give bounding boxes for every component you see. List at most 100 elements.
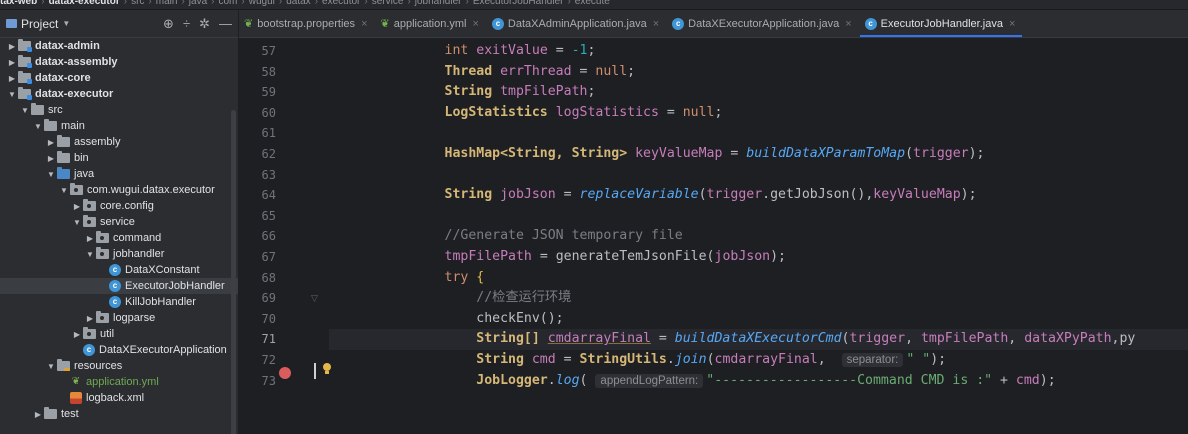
source-folder-icon [57, 167, 70, 179]
collapse-arrow-icon[interactable]: ▶ [71, 202, 83, 211]
line-number: 59 [261, 85, 276, 100]
tree-item[interactable]: c DataXConstant [0, 262, 238, 278]
collapse-arrow-icon[interactable]: ▶ [45, 154, 57, 163]
tree-item[interactable]: c DataXExecutorApplication [0, 342, 238, 358]
tree-item-label: datax-executor [35, 88, 114, 100]
code-line: String tmpFilePath; [444, 84, 596, 100]
breadcrumb-item[interactable]: executor [322, 0, 360, 7]
editor-tab[interactable]: ❦ application.yml × [376, 10, 487, 37]
line-number: 60 [261, 105, 276, 120]
expand-arrow-icon[interactable]: ▼ [32, 122, 44, 131]
code-editor[interactable]: 57 58 59 60 61 62 63 64 65 66 67 68 69 70 71 72 73 ▽ int… [239, 38, 1188, 434]
leaf-icon: ❦ [380, 18, 390, 30]
collapse-arrow-icon[interactable]: ▶ [6, 74, 18, 83]
leaf-icon: ❦ [244, 18, 254, 30]
tree-item[interactable]: ▶ test [0, 406, 238, 422]
close-icon[interactable]: × [653, 18, 659, 30]
editor-tab[interactable]: ❦ bootstrap.properties × [239, 10, 376, 37]
tree-item[interactable]: ▼ java [0, 166, 238, 182]
editor-tab[interactable]: c DataXExecutorApplication.java × [667, 10, 860, 37]
tree-item[interactable]: c KillJobHandler [0, 294, 238, 310]
lightbulb-icon[interactable] [321, 362, 333, 376]
tree-item-label: datax-assembly [35, 56, 118, 68]
breadcrumb-item[interactable]: ExecutorJobHandler [473, 0, 564, 7]
expand-arrow-icon[interactable]: ▼ [58, 186, 70, 195]
collapse-arrow-icon[interactable]: ▶ [32, 410, 44, 419]
collapse-arrow-icon[interactable]: ▶ [6, 42, 18, 51]
breakpoint-icon[interactable] [279, 367, 291, 379]
tree-item-label: logback.xml [86, 392, 145, 404]
collapse-arrow-icon[interactable]: ▶ [6, 58, 18, 67]
text-caret [314, 363, 316, 379]
breadcrumb-separator: › [181, 0, 185, 7]
collapse-arrow-icon[interactable]: ▶ [84, 234, 96, 243]
tree-item[interactable]: ▼ jobhandler [0, 246, 238, 262]
tree-item[interactable]: ▶ logparse [0, 310, 238, 326]
tree-item[interactable]: logback.xml [0, 390, 238, 406]
expand-arrow-icon[interactable]: ▼ [71, 218, 83, 227]
tree-item[interactable]: ▶ datax-core [0, 70, 238, 86]
minimize-icon[interactable]: — [219, 17, 232, 30]
tree-item[interactable]: ▶ datax-assembly [0, 54, 238, 70]
tree-item[interactable]: ▶ assembly [0, 134, 238, 150]
close-icon[interactable]: × [845, 18, 851, 30]
project-view-selector[interactable]: Project ▼ [6, 17, 70, 31]
tree-item[interactable]: ▼ resources [0, 358, 238, 374]
tab-label: bootstrap.properties [257, 17, 356, 30]
expand-arrow-icon[interactable]: ▼ [6, 90, 18, 99]
expand-arrow-icon[interactable]: ▼ [19, 106, 31, 115]
collapse-arrow-icon[interactable]: ▶ [45, 138, 57, 147]
tree-item-label: DataXConstant [125, 264, 200, 276]
fold-icon[interactable]: ▽ [310, 294, 319, 305]
close-icon[interactable]: × [1009, 18, 1015, 30]
tree-item[interactable]: ▼ src [0, 102, 238, 118]
line-number: 65 [261, 208, 276, 223]
breadcrumb-separator: › [148, 0, 152, 7]
editor-tab[interactable]: c DataXAdminApplication.java × [487, 10, 668, 37]
breadcrumb-item[interactable]: java [189, 0, 207, 7]
breadcrumb-item[interactable]: datax [286, 0, 310, 7]
expand-arrow-icon[interactable]: ▼ [45, 170, 57, 179]
breadcrumb-item[interactable]: tax-web [0, 0, 37, 7]
breadcrumb-item[interactable]: wugui [249, 0, 275, 7]
tree-item-label: application.yml [86, 376, 159, 388]
breadcrumb-item[interactable]: datax-executor [49, 0, 120, 7]
tree-item[interactable]: ❦ application.yml [0, 374, 238, 390]
tree-item[interactable]: ▼ service [0, 214, 238, 230]
tree-item[interactable]: ▼ main [0, 118, 238, 134]
tree-item[interactable]: ▶ util [0, 326, 238, 342]
package-folder-icon [96, 247, 109, 259]
close-icon[interactable]: × [361, 18, 367, 30]
breadcrumb-item[interactable]: com [218, 0, 237, 7]
package-folder-icon [96, 311, 109, 323]
collapse-arrow-icon[interactable]: ▶ [71, 330, 83, 339]
class-icon: c [109, 296, 121, 308]
tree-item[interactable]: ▶ command [0, 230, 238, 246]
collapse-all-icon[interactable]: ÷ [183, 17, 190, 30]
gear-icon[interactable]: ✲ [199, 17, 210, 30]
breadcrumb-item[interactable]: jobhandler [415, 0, 462, 7]
folder-icon [57, 151, 70, 163]
tree-item[interactable]: ▶ datax-admin [0, 38, 238, 54]
close-icon[interactable]: × [472, 18, 478, 30]
breadcrumb-item[interactable]: service [372, 0, 404, 7]
target-icon[interactable]: ⊕ [163, 17, 174, 30]
collapse-arrow-icon[interactable]: ▶ [84, 314, 96, 323]
tree-item[interactable]: ▼ datax-executor [0, 86, 238, 102]
line-number: 69 [261, 291, 276, 306]
breadcrumb-item[interactable]: src [131, 0, 144, 7]
tree-item[interactable]: c ExecutorJobHandler [0, 278, 238, 294]
editor-tab[interactable]: c ExecutorJobHandler.java × [859, 10, 1024, 37]
expand-arrow-icon[interactable]: ▼ [45, 362, 57, 371]
tree-item[interactable]: ▶ bin [0, 150, 238, 166]
expand-arrow-icon[interactable]: ▼ [84, 250, 96, 259]
tree-scrollbar[interactable] [231, 110, 236, 434]
breadcrumb-item[interactable]: main [156, 0, 178, 7]
breadcrumb-item[interactable]: execute [575, 0, 610, 7]
tree-item[interactable]: ▶ core.config [0, 198, 238, 214]
code-area[interactable]: int exitValue = -1; Thread errThread = n… [381, 38, 1188, 434]
module-folder-icon [18, 55, 32, 68]
project-panel: Project ▼ ⊕ ÷ ✲ — ▶ datax-admin ▶ datax-ass… [0, 10, 239, 434]
resources-folder-icon [57, 359, 70, 371]
tree-item[interactable]: ▼ com.wugui.datax.executor [0, 182, 238, 198]
